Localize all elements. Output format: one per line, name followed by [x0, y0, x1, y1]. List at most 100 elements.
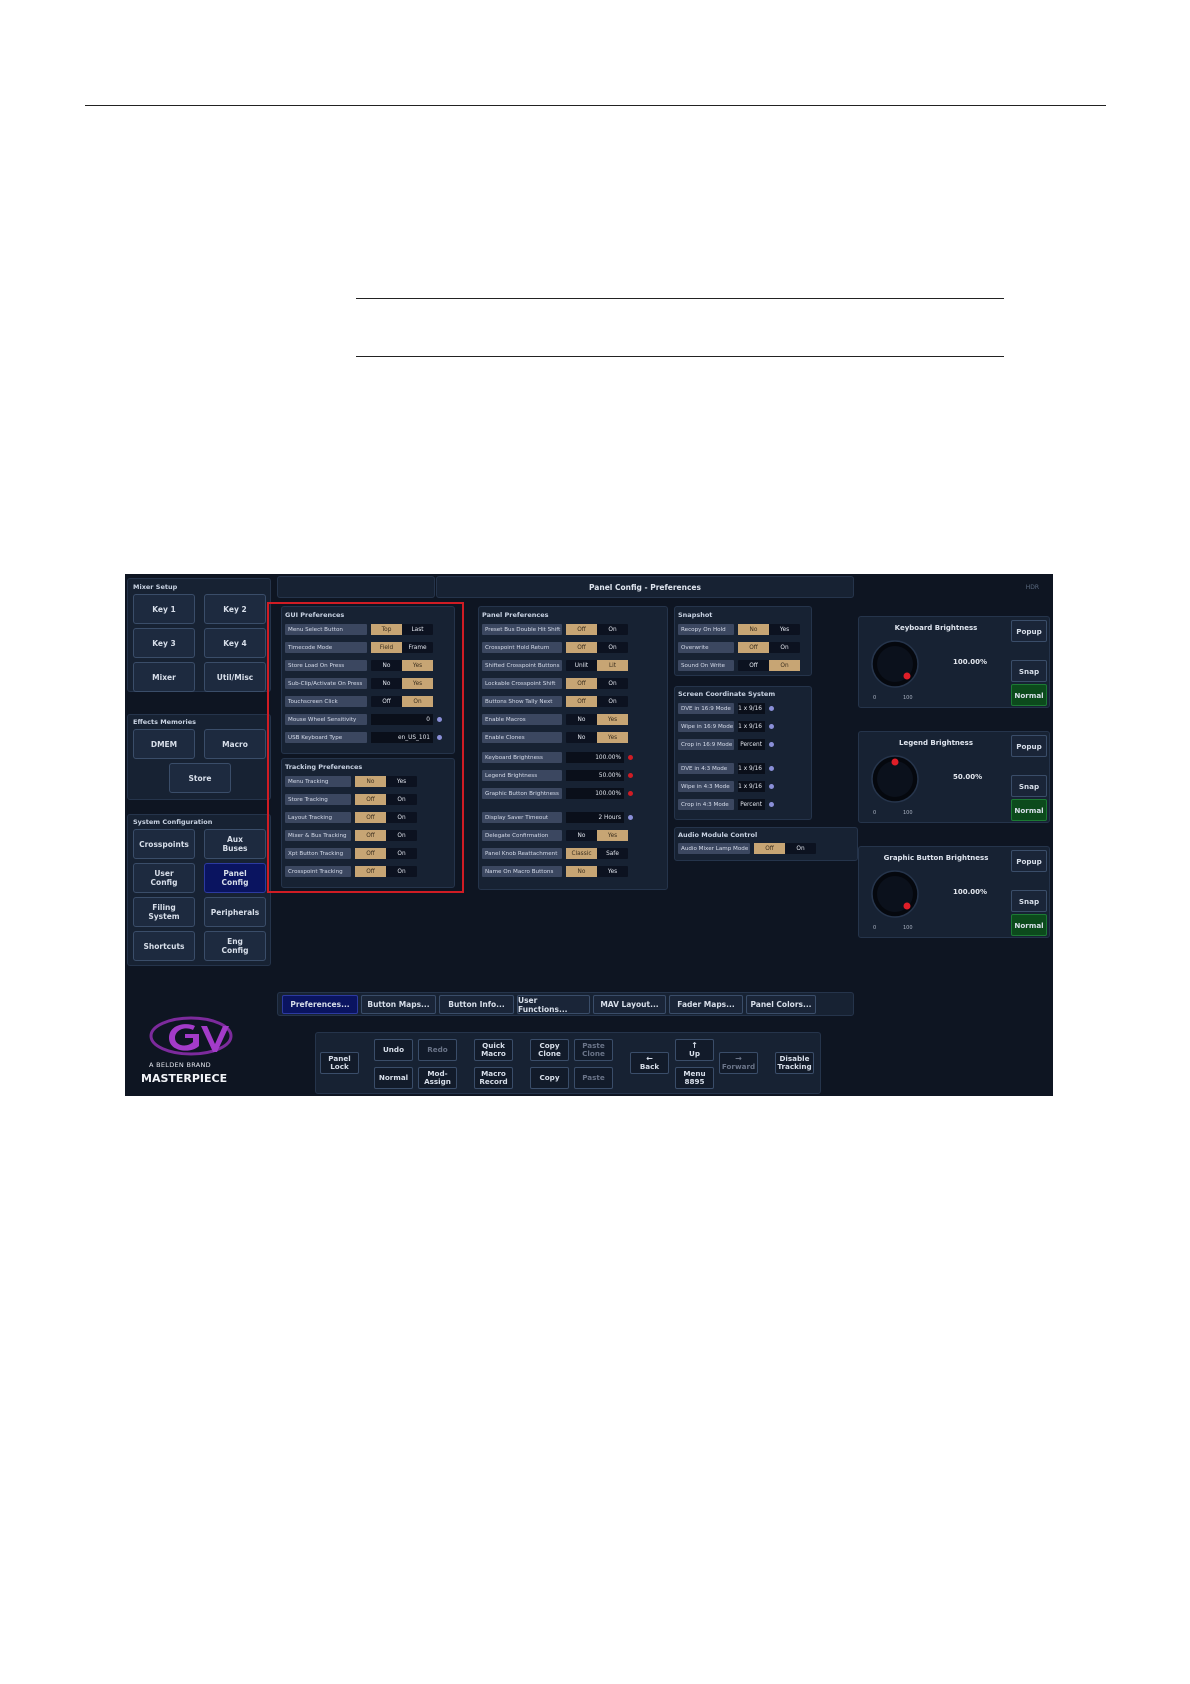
panel-pref-3-option-b[interactable]: On — [597, 678, 628, 689]
aux-buses-button[interactable]: Aux Buses — [204, 829, 266, 859]
key2-button[interactable]: Key 2 — [204, 594, 266, 624]
key4-button[interactable]: Key 4 — [204, 628, 266, 658]
gui-pref-3-option-a[interactable]: No — [371, 678, 402, 689]
gui-pref-value-1-value[interactable]: en_US_101 — [371, 732, 433, 743]
tracking-pref-5-option-a[interactable]: Off — [355, 866, 386, 877]
tab-preferences[interactable]: Preferences... — [282, 995, 358, 1014]
disable-tracking-button[interactable]: Disable Tracking — [775, 1052, 814, 1074]
tracking-pref-4-option-a[interactable]: Off — [355, 848, 386, 859]
panel-config-button[interactable]: Panel Config — [204, 863, 266, 893]
snap-button-0[interactable]: Snap — [1011, 660, 1047, 682]
key1-button[interactable]: Key 1 — [133, 594, 195, 624]
panel-pref-value-1-value[interactable]: 50.00% — [566, 770, 624, 781]
util-misc-button[interactable]: Util/Misc — [204, 662, 266, 692]
snapshot-0-option-a[interactable]: No — [738, 624, 769, 635]
panel-lock-button[interactable]: Panel Lock — [320, 1052, 359, 1074]
screen-coord-4-value[interactable]: 1 x 9/16 — [738, 781, 765, 792]
normal-button-0[interactable]: Normal — [1011, 684, 1047, 706]
gui-pref-0-option-b[interactable]: Last — [402, 624, 433, 635]
snap-button-2[interactable]: Snap — [1011, 890, 1047, 912]
panel-pref-value-2-value[interactable]: 100.00% — [566, 788, 624, 799]
snapshot-2-option-b[interactable]: On — [769, 660, 800, 671]
brightness-knob-0[interactable] — [867, 636, 923, 692]
panel-pref-1-option-b[interactable]: On — [597, 642, 628, 653]
panel-pref-2-option-b[interactable]: Lit — [597, 660, 628, 671]
gui-pref-1-option-b[interactable]: Frame — [402, 642, 433, 653]
normal-button-2[interactable]: Normal — [1011, 914, 1047, 936]
peripherals-button[interactable]: Peripherals — [204, 897, 266, 927]
normal-button[interactable]: Normal — [374, 1067, 413, 1089]
copy-button[interactable]: Copy — [530, 1067, 569, 1089]
snapshot-0-option-b[interactable]: Yes — [769, 624, 800, 635]
panel-pref-0-option-b[interactable]: On — [597, 624, 628, 635]
gui-pref-2-option-a[interactable]: No — [371, 660, 402, 671]
menu-button[interactable]: Menu 8895 — [675, 1067, 714, 1089]
mixer-button[interactable]: Mixer — [133, 662, 195, 692]
crosspoints-button[interactable]: Crosspoints — [133, 829, 195, 859]
gui-pref-3-option-b[interactable]: Yes — [402, 678, 433, 689]
panel-pref-5-option-b[interactable]: Yes — [597, 714, 628, 725]
tracking-pref-1-option-a[interactable]: Off — [355, 794, 386, 805]
user-config-button[interactable]: User Config — [133, 863, 195, 893]
tracking-pref-3-option-b[interactable]: On — [386, 830, 417, 841]
store-button[interactable]: Store — [169, 763, 231, 793]
panel-pref-3-option-a[interactable]: Off — [566, 678, 597, 689]
tab-user-functions[interactable]: User Functions... — [517, 995, 590, 1014]
tracking-pref-0-option-b[interactable]: Yes — [386, 776, 417, 787]
gui-pref-0-option-a[interactable]: Top — [371, 624, 402, 635]
tracking-pref-5-option-b[interactable]: On — [386, 866, 417, 877]
panel-pref-4-option-b[interactable]: On — [597, 696, 628, 707]
audio-module-0-option-a[interactable]: Off — [754, 843, 785, 854]
screen-coord-3-value[interactable]: 1 x 9/16 — [738, 763, 765, 774]
tab-panel-colors[interactable]: Panel Colors... — [746, 995, 816, 1014]
brightness-knob-2[interactable] — [867, 866, 923, 922]
popup-button-0[interactable]: Popup — [1011, 620, 1047, 642]
forward-button[interactable]: → Forward — [719, 1052, 758, 1074]
tracking-pref-0-option-a[interactable]: No — [355, 776, 386, 787]
panel-pref-4-option-a[interactable]: Off — [566, 696, 597, 707]
tracking-pref-2-option-b[interactable]: On — [386, 812, 417, 823]
panel-pref-value-0-value[interactable]: 100.00% — [566, 752, 624, 763]
screen-coord-5-value[interactable]: Percent — [738, 799, 765, 810]
tracking-pref-2-option-a[interactable]: Off — [355, 812, 386, 823]
panel-pref-6-option-b[interactable]: Yes — [597, 732, 628, 743]
popup-button-2[interactable]: Popup — [1011, 850, 1047, 872]
paste-button[interactable]: Paste — [574, 1067, 613, 1089]
panel-pref2-0-option-a[interactable]: No — [566, 830, 597, 841]
mod-assign-button[interactable]: Mod- Assign — [418, 1067, 457, 1089]
gui-pref-4-option-b[interactable]: On — [402, 696, 433, 707]
tab-button-maps[interactable]: Button Maps... — [361, 995, 436, 1014]
tab-fader-maps[interactable]: Fader Maps... — [669, 995, 743, 1014]
screen-coord-2-value[interactable]: Percent — [738, 739, 765, 750]
panel-pref2-0-option-b[interactable]: Yes — [597, 830, 628, 841]
panel-pref-5-option-a[interactable]: No — [566, 714, 597, 725]
panel-pref-value-3-value[interactable]: 2 Hours — [566, 812, 624, 823]
up-button[interactable]: ↑ Up — [675, 1039, 714, 1061]
tab-button-info[interactable]: Button Info... — [439, 995, 514, 1014]
gui-pref-value-0-value[interactable]: 0 — [371, 714, 433, 725]
redo-button[interactable]: Redo — [418, 1039, 457, 1061]
undo-button[interactable]: Undo — [374, 1039, 413, 1061]
panel-pref-0-option-a[interactable]: Off — [566, 624, 597, 635]
paste-clone-button[interactable]: Paste Clone — [574, 1039, 613, 1061]
gui-pref-2-option-b[interactable]: Yes — [402, 660, 433, 671]
snapshot-2-option-a[interactable]: Off — [738, 660, 769, 671]
snap-button-1[interactable]: Snap — [1011, 775, 1047, 797]
tab-mav-layout[interactable]: MAV Layout... — [593, 995, 666, 1014]
tracking-pref-1-option-b[interactable]: On — [386, 794, 417, 805]
screen-coord-1-value[interactable]: 1 x 9/16 — [738, 721, 765, 732]
key3-button[interactable]: Key 3 — [133, 628, 195, 658]
macro-button[interactable]: Macro — [204, 729, 266, 759]
normal-button-1[interactable]: Normal — [1011, 799, 1047, 821]
panel-pref-6-option-a[interactable]: No — [566, 732, 597, 743]
back-button[interactable]: ← Back — [630, 1052, 669, 1074]
tracking-pref-4-option-b[interactable]: On — [386, 848, 417, 859]
screen-coord-0-value[interactable]: 1 x 9/16 — [738, 703, 765, 714]
eng-config-button[interactable]: Eng Config — [204, 931, 266, 961]
dmem-button[interactable]: DMEM — [133, 729, 195, 759]
panel-pref2-1-option-b[interactable]: Safe — [597, 848, 628, 859]
panel-pref-1-option-a[interactable]: Off — [566, 642, 597, 653]
panel-pref2-2-option-a[interactable]: No — [566, 866, 597, 877]
brightness-knob-1[interactable] — [867, 751, 923, 807]
shortcuts-button[interactable]: Shortcuts — [133, 931, 195, 961]
